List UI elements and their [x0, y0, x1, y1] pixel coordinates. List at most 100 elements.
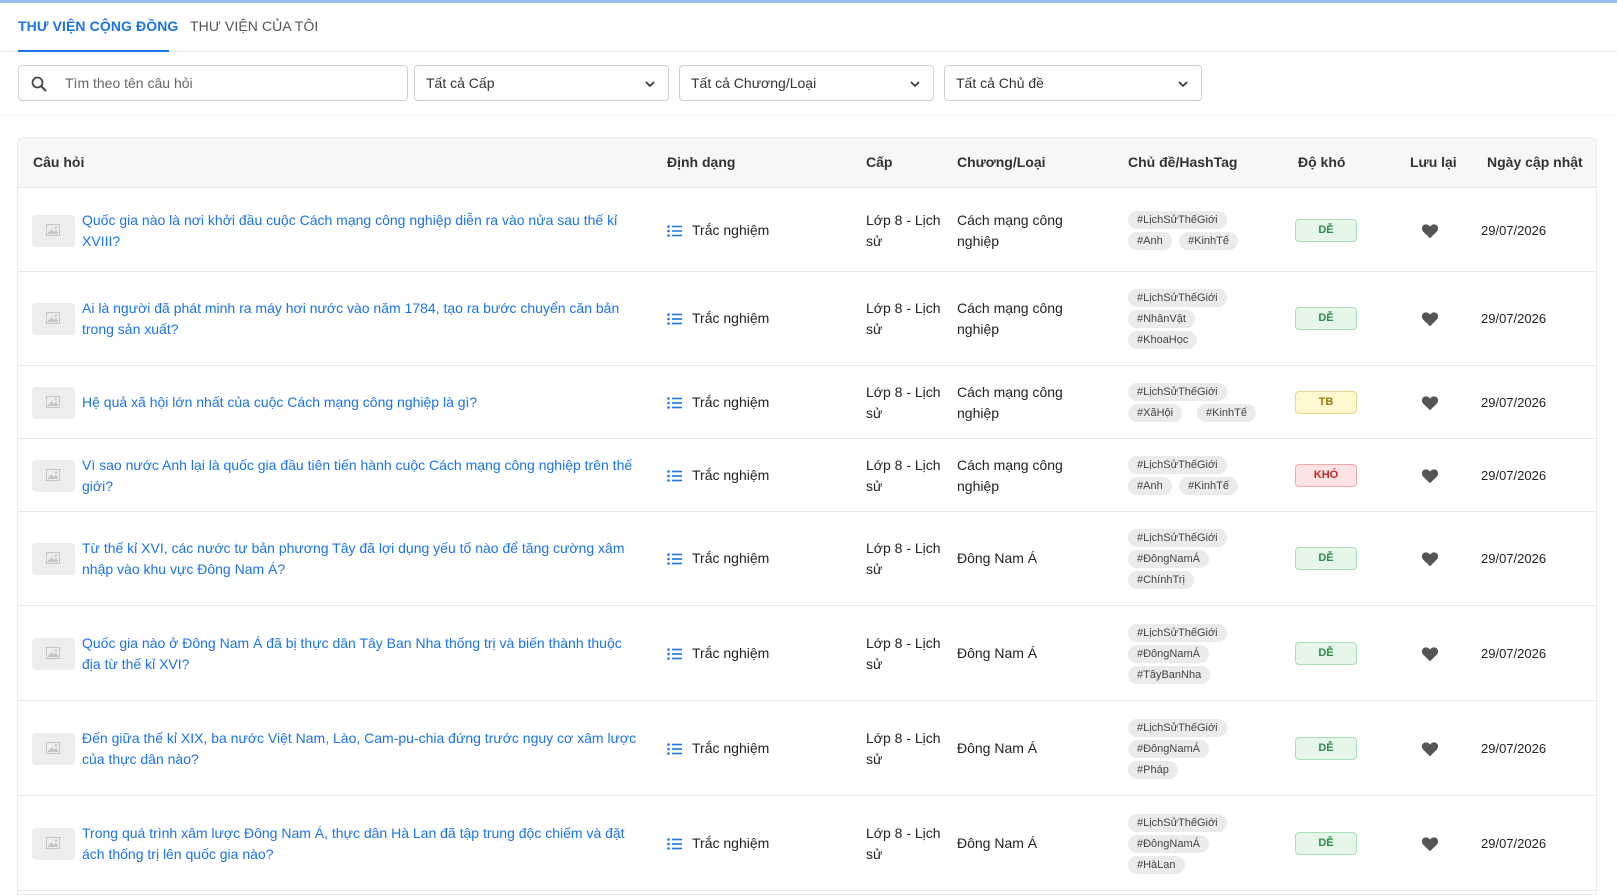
format-cell: Trắc nghiệm [667, 550, 787, 568]
search-icon [31, 76, 47, 92]
difficulty-badge: DỄ [1295, 219, 1357, 242]
table-row[interactable]: Quốc gia nào ở Đông Nam Á đã bị thực dân… [18, 606, 1596, 701]
format-cell: Trắc nghiệm [667, 835, 787, 853]
column-header-chapter[interactable]: Chương/Loại [957, 154, 1046, 170]
list-icon [667, 225, 682, 237]
hashtag-chip[interactable]: #NhânVật [1128, 310, 1195, 328]
level-cell: Lớp 8 - Lịch sử [866, 540, 941, 577]
hashtag-chip[interactable]: #TâyBanNha [1128, 666, 1211, 684]
question-link[interactable]: Từ thế kỉ XVI, các nước tư bản phương Tâ… [82, 538, 642, 580]
column-header-saved[interactable]: Lưu lại [1410, 154, 1457, 170]
hashtag-chip[interactable]: #LịchSửThếGiới [1128, 456, 1227, 474]
heart-icon[interactable] [1421, 311, 1439, 327]
hashtag-chip[interactable]: #LịchSửThếGiới [1128, 211, 1227, 229]
question-link[interactable]: Quốc gia nào là nơi khởi đầu cuộc Cách m… [82, 210, 642, 252]
chevron-down-icon [1178, 81, 1188, 88]
column-header-format[interactable]: Định dạng [667, 154, 735, 170]
column-header-question[interactable]: Câu hỏi [33, 154, 84, 170]
question-link[interactable]: Quốc gia nào ở Đông Nam Á đã bị thực dân… [82, 633, 642, 675]
chapter-cell: Cách mạng công nghiệp [957, 457, 1063, 494]
chapter-select[interactable]: Tất cả Chương/Loại [679, 65, 934, 101]
table-row[interactable]: Từ thế kỉ XVI, các nước tư bản phương Tâ… [18, 512, 1596, 606]
hashtag-chip[interactable]: #Anh [1128, 232, 1172, 250]
heart-icon[interactable] [1421, 646, 1439, 662]
question-thumbnail [32, 733, 75, 765]
search-input[interactable] [65, 66, 395, 100]
hashtag-chip[interactable]: #KinhTế [1197, 404, 1256, 422]
library-tabs: THƯ VIỆN CỘNG ĐỒNG THƯ VIỆN CỦA TÔI [0, 3, 1617, 52]
question-thumbnail [32, 387, 75, 419]
hashtag-chip[interactable]: #LịchSửThếGiới [1128, 383, 1227, 401]
level-cell: Lớp 8 - Lịch sử [866, 300, 941, 337]
tag-list: #LịchSửThếGiới #ĐôngNamÁ #HàLan [1128, 814, 1278, 874]
filter-bar: Tất cả Cấp Tất cả Chương/Loại Tất cả Chủ… [0, 53, 1617, 116]
image-placeholder-icon [46, 469, 60, 481]
hashtag-chip[interactable]: #ĐôngNamÁ [1128, 835, 1209, 853]
chapter-cell: Cách mạng công nghiệp [957, 212, 1063, 249]
tag-list: #LịchSửThếGiới #ĐôngNamÁ #TâyBanNha [1128, 624, 1278, 684]
column-header-level[interactable]: Cấp [866, 154, 892, 170]
table-row[interactable]: Trong quá trình xâm lược Đông Nam Á, thự… [18, 796, 1596, 891]
hashtag-chip[interactable]: #LịchSửThếGiới [1128, 814, 1227, 832]
heart-icon[interactable] [1421, 551, 1439, 567]
question-link[interactable]: Trong quá trình xâm lược Đông Nam Á, thự… [82, 823, 642, 865]
hashtag-chip[interactable]: #LịchSửThếGiới [1128, 529, 1227, 547]
hashtag-chip[interactable]: #Pháp [1128, 761, 1178, 779]
hashtag-chip[interactable]: #HàLan [1128, 856, 1185, 874]
table-row[interactable]: Ai là người đã phát minh ra máy hơi nước… [18, 272, 1596, 366]
format-cell: Trắc nghiệm [667, 645, 787, 663]
hashtag-chip[interactable]: #ĐôngNamÁ [1128, 550, 1209, 568]
hashtag-chip[interactable]: #ĐôngNamÁ [1128, 740, 1209, 758]
difficulty-badge: DỄ [1295, 642, 1357, 665]
heart-icon[interactable] [1421, 468, 1439, 484]
active-tab-indicator [18, 50, 169, 52]
list-icon [667, 648, 682, 660]
difficulty-badge: DỄ [1295, 307, 1357, 330]
question-link[interactable]: Đến giữa thế kỉ XIX, ba nước Việt Nam, L… [82, 728, 642, 770]
image-placeholder-icon [46, 837, 60, 849]
hashtag-chip[interactable]: #KinhTế [1179, 477, 1238, 495]
hashtag-chip[interactable]: #Anh [1128, 477, 1172, 495]
tab-my-library[interactable]: THƯ VIỆN CỦA TÔI [190, 18, 318, 34]
question-thumbnail [32, 215, 75, 247]
hashtag-chip[interactable]: #KhoaHọc [1128, 331, 1198, 349]
hashtag-chip[interactable]: #LịchSửThếGiới [1128, 289, 1227, 307]
question-link[interactable]: Hệ quả xã hội lớn nhất của cuộc Cách mạn… [82, 392, 642, 413]
column-header-updated-date[interactable]: Ngày cập nhật [1487, 154, 1583, 170]
topic-select[interactable]: Tất cả Chủ đề [944, 65, 1202, 101]
column-header-topic[interactable]: Chủ đề/HashTag [1128, 154, 1237, 170]
hashtag-chip[interactable]: #LịchSửThếGiới [1128, 624, 1227, 642]
question-link[interactable]: Vì sao nước Anh lại là quốc gia đầu tiên… [82, 455, 642, 497]
level-select[interactable]: Tất cả Cấp [414, 65, 669, 101]
hashtag-chip[interactable]: #LịchSửThếGiới [1128, 719, 1227, 737]
column-header-difficulty[interactable]: Độ khó [1298, 154, 1345, 170]
heart-icon[interactable] [1421, 395, 1439, 411]
chevron-down-icon [645, 81, 655, 88]
tag-list: #LịchSửThếGiới #NhânVật #KhoaHọc [1128, 289, 1278, 349]
level-select-value: Tất cả Cấp [426, 75, 495, 91]
table-row[interactable]: Vì sao nước Anh lại là quốc gia đầu tiên… [18, 439, 1596, 512]
hashtag-chip[interactable]: #XãHội [1128, 404, 1183, 422]
table-row[interactable]: Đến giữa thế kỉ XIX, ba nước Việt Nam, L… [18, 701, 1596, 796]
question-thumbnail [32, 638, 75, 670]
heart-icon[interactable] [1421, 223, 1439, 239]
hashtag-chip[interactable]: #KinhTế [1179, 232, 1238, 250]
difficulty-badge: DỄ [1295, 737, 1357, 760]
hashtag-chip[interactable]: #ĐôngNamÁ [1128, 645, 1209, 663]
tab-community-library[interactable]: THƯ VIỆN CỘNG ĐỒNG [18, 18, 178, 34]
chapter-cell: Đông Nam Á [957, 645, 1038, 661]
question-thumbnail [32, 303, 75, 335]
hashtag-chip[interactable]: #ChínhTrị [1128, 571, 1194, 589]
format-cell: Trắc nghiệm [667, 310, 787, 328]
format-label: Trắc nghiệm [692, 467, 770, 483]
image-placeholder-icon [46, 396, 60, 408]
level-cell: Lớp 8 - Lịch sử [866, 825, 941, 862]
format-label: Trắc nghiệm [692, 645, 770, 661]
question-link[interactable]: Ai là người đã phát minh ra máy hơi nước… [82, 298, 642, 340]
table-row[interactable]: Quốc gia nào là nơi khởi đầu cuộc Cách m… [18, 189, 1596, 272]
image-placeholder-icon [46, 224, 60, 236]
heart-icon[interactable] [1421, 836, 1439, 852]
list-icon [667, 397, 682, 409]
heart-icon[interactable] [1421, 741, 1439, 757]
table-row[interactable]: Hệ quả xã hội lớn nhất của cuộc Cách mạn… [18, 366, 1596, 439]
